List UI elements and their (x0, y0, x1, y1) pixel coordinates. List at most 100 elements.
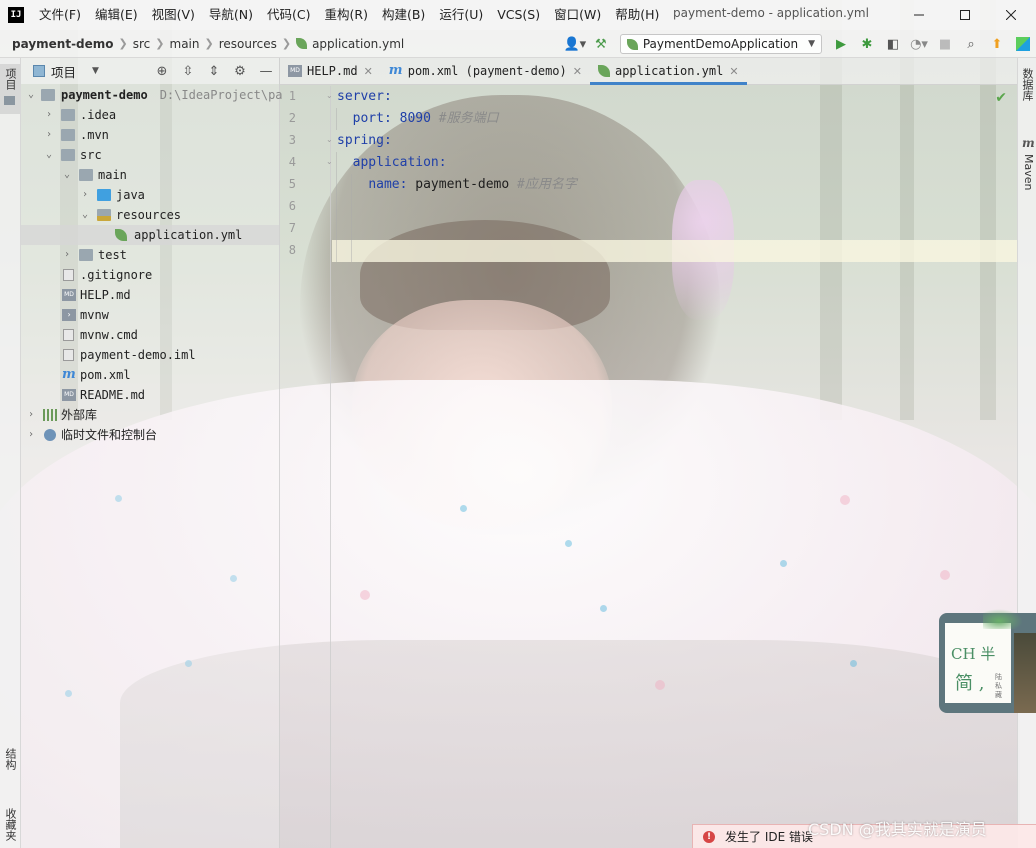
user-icon[interactable]: 👤▾ (562, 30, 588, 58)
chevron-right-icon[interactable]: › (61, 245, 73, 265)
tree-item-mvnw[interactable]: › mvnw (21, 305, 279, 325)
spring-leaf-icon (296, 38, 308, 49)
close-tab-icon[interactable]: ✕ (573, 65, 582, 78)
sticker-text: CH 半 (951, 645, 996, 663)
breadcrumb-project[interactable]: payment-demo (12, 37, 114, 51)
search-icon[interactable]: ⌕ (958, 30, 984, 58)
tree-item-help-md[interactable]: MD HELP.md (21, 285, 279, 305)
run-configuration-select[interactable]: PaymentDemoApplication ▼ (619, 34, 822, 54)
tab-application-yml[interactable]: application.yml ✕ (589, 58, 747, 85)
chevron-right-icon[interactable]: › (43, 105, 55, 125)
chevron-down-icon[interactable]: ⌄ (25, 85, 37, 105)
menu-edit[interactable]: 编辑(E) (88, 0, 145, 30)
menu-window[interactable]: 窗口(W) (547, 0, 608, 30)
tree-item-mvn[interactable]: › .mvn (21, 125, 279, 145)
favorites-tool-tab[interactable]: 收藏夹 (2, 808, 18, 841)
maven-icon: m (62, 367, 76, 382)
stop-icon[interactable]: ■ (932, 30, 958, 58)
intellij-logo-icon[interactable]: IJ (8, 7, 24, 23)
chevron-down-icon[interactable]: ⌄ (43, 145, 55, 165)
chevron-right-icon[interactable]: › (25, 425, 37, 445)
close-tab-icon[interactable]: ✕ (364, 65, 373, 78)
debug-bug-icon[interactable]: ✱ (854, 30, 880, 58)
fold-marker-icon[interactable]: ⌄ (326, 91, 333, 100)
database-tool-tab[interactable]: 数据库 (1019, 68, 1035, 101)
maximize-button[interactable] (942, 0, 988, 30)
tree-item-iml[interactable]: payment-demo.iml (21, 345, 279, 365)
minimize-icon (914, 14, 924, 16)
sticker-card: CH 半 简 , 陆 私 藏 (945, 623, 1011, 703)
breadcrumb-resources[interactable]: resources (219, 37, 277, 51)
coverage-icon[interactable]: ◧ (880, 30, 906, 58)
menu-build[interactable]: 构建(B) (375, 0, 432, 30)
menu-refactor[interactable]: 重构(R) (318, 0, 375, 30)
tree-item-idea[interactable]: › .idea (21, 105, 279, 125)
menu-help[interactable]: 帮助(H) (608, 0, 666, 30)
build-hammer-icon[interactable]: ⚒ (588, 30, 614, 58)
chevron-down-icon[interactable]: ⌄ (79, 205, 91, 225)
chevron-down-icon[interactable]: ▼ (92, 66, 99, 76)
chevron-right-icon[interactable]: › (43, 125, 55, 145)
tab-help-md[interactable]: MD HELP.md ✕ (280, 58, 381, 84)
line-number: 5 (288, 177, 296, 191)
tree-item-readme-md[interactable]: MD README.md (21, 385, 279, 405)
toolbox-icon[interactable] (1010, 30, 1036, 58)
menu-navigate[interactable]: 导航(N) (202, 0, 260, 30)
tree-item-resources[interactable]: ⌄ resources (21, 205, 279, 225)
line-number: 7 (288, 221, 296, 235)
tree-item-external-libraries[interactable]: › 外部库 (21, 405, 279, 425)
yaml-key: application: (352, 155, 447, 170)
hide-panel-icon[interactable]: — (253, 64, 279, 79)
breadcrumb-main[interactable]: main (170, 37, 200, 51)
breadcrumb-separator-icon: ❯ (118, 37, 128, 50)
tree-item-label: payment-demo.iml (80, 348, 196, 362)
breadcrumb-src[interactable]: src (133, 37, 151, 51)
gear-icon[interactable]: ⚙ (227, 64, 253, 79)
maven-tool-tab[interactable]: Maven (1019, 154, 1035, 190)
run-icon[interactable]: ▶ (828, 30, 854, 58)
menu-file[interactable]: 文件(F) (32, 0, 88, 30)
tree-item-test[interactable]: › test (21, 245, 279, 265)
project-tool-tab[interactable]: 项目 (0, 64, 20, 114)
yaml-key: port: (352, 111, 392, 126)
menu-vcs[interactable]: VCS(S) (490, 0, 547, 30)
project-panel-title[interactable]: 项目 (51, 62, 76, 81)
tree-item-payment-demo[interactable]: ⌄ payment-demo D:\IdeaProject\pa (21, 85, 283, 105)
collapse-all-icon[interactable]: ⇕ (201, 64, 227, 79)
expand-all-icon[interactable]: ⇳ (175, 64, 201, 79)
tree-item-src[interactable]: ⌄ src (21, 145, 279, 165)
spring-leaf-icon (626, 38, 638, 50)
locate-file-icon[interactable]: ⊕ (149, 64, 175, 79)
fold-marker-icon[interactable]: ⌄ (326, 135, 333, 144)
chevron-down-icon[interactable]: ⌄ (61, 165, 73, 185)
title-bar: IJ 文件(F) 编辑(E) 视图(V) 导航(N) 代码(C) 重构(R) 构… (0, 0, 1036, 30)
close-tab-icon[interactable]: ✕ (729, 65, 738, 78)
tree-item-main[interactable]: ⌄ main (21, 165, 279, 185)
profile-icon[interactable]: ◔▾ (906, 30, 932, 58)
shell-file-icon: › (62, 309, 76, 321)
markdown-file-icon: MD (62, 289, 76, 301)
tree-item-pom-xml[interactable]: m pom.xml (21, 365, 279, 385)
chevron-right-icon[interactable]: › (79, 185, 91, 205)
tab-pom-xml[interactable]: m pom.xml (payment-demo) ✕ (381, 58, 590, 84)
project-tree: ⌄ payment-demo D:\IdeaProject\pa › .idea … (21, 85, 283, 445)
tree-item-java[interactable]: › java (21, 185, 279, 205)
menu-run[interactable]: 运行(U) (432, 0, 490, 30)
tree-item-gitignore[interactable]: .gitignore (21, 265, 279, 285)
close-window-button[interactable] (988, 0, 1034, 30)
code-editor[interactable]: 1 2 3 4 5 6 7 8 ⌄ ⌄ ⌄ server: port: 8090… (280, 86, 1017, 848)
minimize-button[interactable] (896, 0, 942, 30)
inspection-ok-icon[interactable]: ✔ (995, 90, 1007, 106)
tree-item-mvnw-cmd[interactable]: mvnw.cmd (21, 325, 279, 345)
fold-marker-icon[interactable]: ⌄ (326, 157, 333, 166)
tree-item-scratches[interactable]: › 临时文件和控制台 (21, 425, 279, 445)
menu-code[interactable]: 代码(C) (260, 0, 317, 30)
tree-item-application-yml[interactable]: application.yml (21, 225, 279, 245)
structure-tool-tab[interactable]: 结构 (2, 748, 18, 770)
menu-view[interactable]: 视图(V) (145, 0, 202, 30)
breadcrumb-file[interactable]: application.yml (312, 37, 404, 51)
breadcrumb-separator-icon: ❯ (204, 37, 214, 50)
chevron-right-icon[interactable]: › (25, 405, 37, 425)
tree-item-label: java (116, 188, 145, 202)
update-icon[interactable]: ⬆ (984, 30, 1010, 58)
